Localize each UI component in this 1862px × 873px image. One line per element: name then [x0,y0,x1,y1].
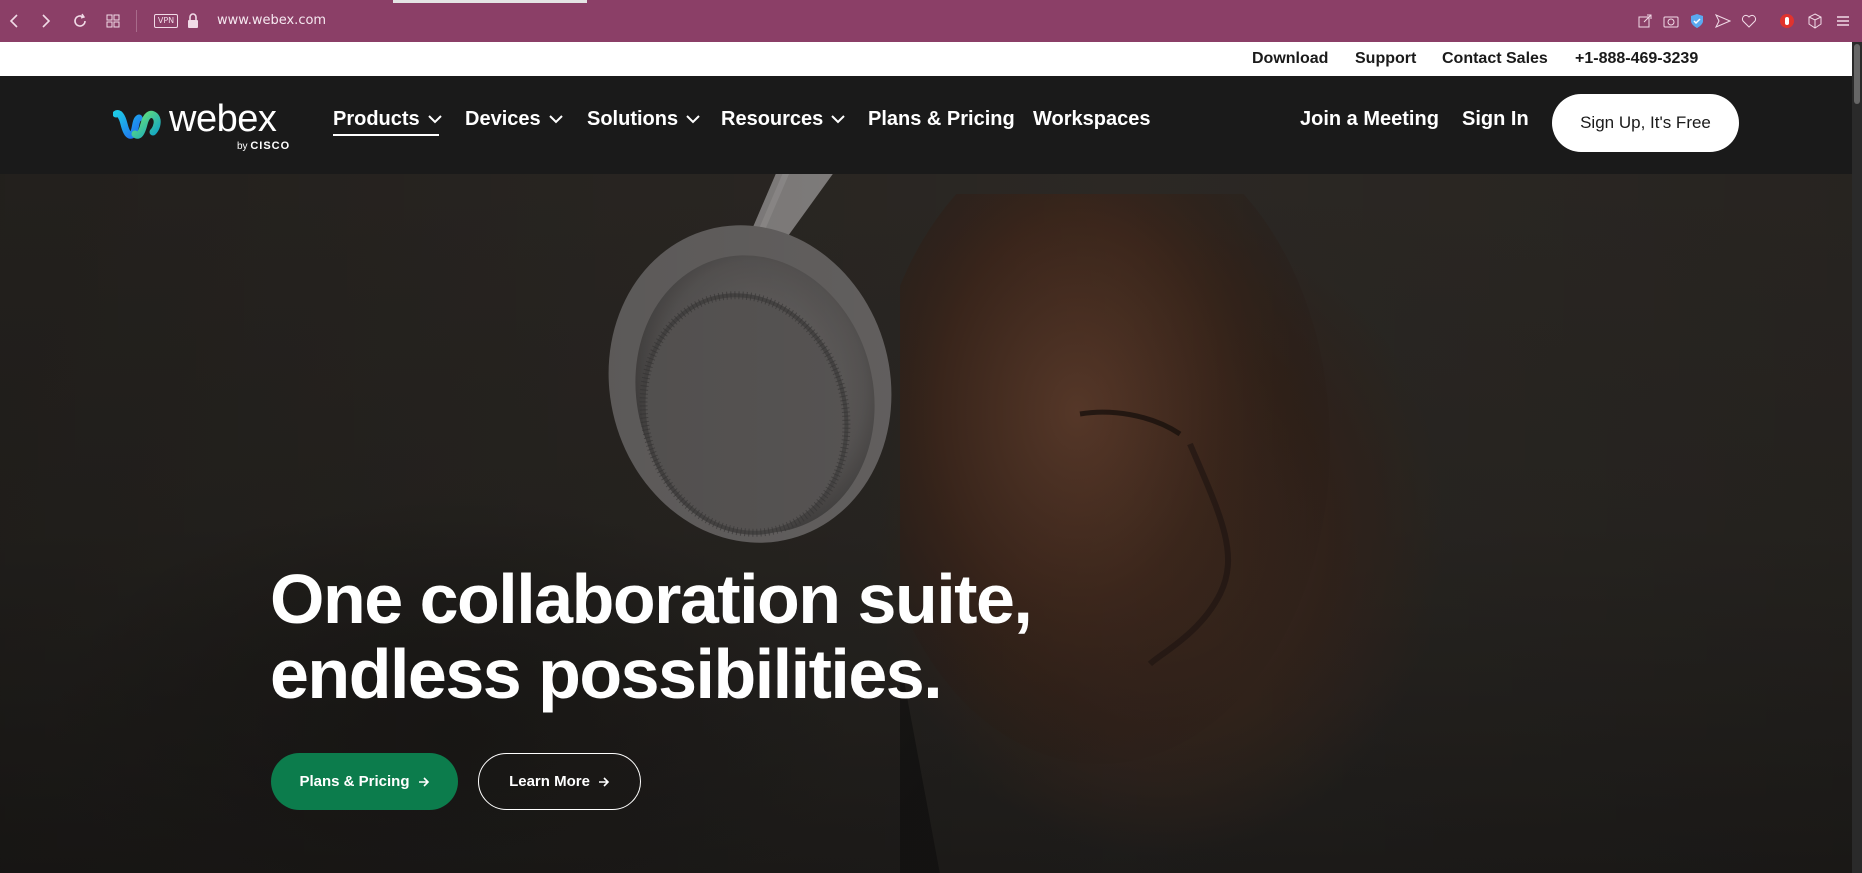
nav-workspaces[interactable]: Workspaces [1033,108,1150,131]
chevron-down-icon [831,115,845,124]
adblock-icon[interactable] [1778,12,1796,30]
webex-logo[interactable]: webex by CISCO [113,98,303,154]
nav-workspaces-label: Workspaces [1033,108,1151,130]
logo-byline: by CISCO [237,140,290,152]
phone-link[interactable]: +1-888-469-3239 [1575,50,1698,68]
nav-products-label: Products [333,108,420,130]
support-link[interactable]: Support [1355,50,1416,68]
plans-pricing-button[interactable]: Plans & Pricing [271,753,458,810]
nav-solutions[interactable]: Solutions [587,108,700,131]
heart-icon[interactable] [1740,12,1758,30]
nav-plans-pricing[interactable]: Plans & Pricing [868,108,1015,131]
camera-icon[interactable] [1662,12,1680,30]
send-icon[interactable] [1714,12,1732,30]
menu-icon[interactable] [1834,12,1852,30]
arrow-right-icon [598,776,610,787]
join-meeting-label: Join a Meeting [1300,108,1439,130]
toolbar-separator [136,10,137,32]
tab-strip [0,0,1862,3]
webex-logo-mark-icon [113,110,161,139]
browser-toolbar: VPN www.webex.com [0,0,1862,42]
logo-wordmark: webex [169,98,277,140]
nav-resources[interactable]: Resources [721,108,845,131]
nav-active-underline [333,134,439,136]
page-scrollbar[interactable] [1852,42,1862,873]
share-icon[interactable] [1636,12,1654,30]
chevron-down-icon [427,115,442,124]
nav-products[interactable]: Products [333,108,442,131]
chevron-down-icon [548,115,563,124]
shield-check-icon[interactable] [1688,12,1706,30]
sign-in-link[interactable]: Sign In [1462,108,1529,131]
lock-icon[interactable] [186,13,200,29]
signup-button[interactable]: Sign Up, It's Free [1552,94,1739,152]
tabs-grid-icon[interactable] [102,10,124,32]
nav-devices-label: Devices [465,108,541,130]
active-tab-indicator[interactable] [393,0,587,3]
forward-icon[interactable] [35,10,57,32]
hero-heading-line2: endless possibilities. [270,635,943,713]
hero-heading-line1: One collaboration suite, [270,560,1033,638]
nav-devices[interactable]: Devices [465,108,563,131]
back-icon[interactable] [3,10,25,32]
utility-bar: Download Support Contact Sales +1-888-46… [0,42,1862,76]
logo-by-text: by [237,141,248,152]
main-navigation: webex by CISCO Products Devices Solution… [0,76,1862,174]
chevron-down-icon [686,115,700,124]
contact-sales-link[interactable]: Contact Sales [1442,50,1548,68]
address-bar[interactable]: www.webex.com [217,13,326,28]
vpn-badge[interactable]: VPN [154,14,178,28]
plans-pricing-label: Plans & Pricing [299,773,410,790]
arrow-right-icon [418,776,429,787]
sign-in-label: Sign In [1462,108,1529,130]
hero-section: One collaboration suite, endless possibi… [0,174,1862,873]
join-meeting-link[interactable]: Join a Meeting [1300,108,1439,131]
hero-heading: One collaboration suite, endless possibi… [270,560,1033,713]
download-link[interactable]: Download [1252,50,1328,68]
scrollbar-thumb[interactable] [1854,44,1860,104]
logo-brand: CISCO [250,140,291,152]
cube-icon[interactable] [1806,12,1824,30]
nav-resources-label: Resources [721,108,824,130]
learn-more-label: Learn More [509,773,590,790]
nav-plans-label: Plans & Pricing [868,108,1015,130]
reload-icon[interactable] [69,10,91,32]
nav-solutions-label: Solutions [587,108,679,130]
learn-more-button[interactable]: Learn More [478,753,641,810]
